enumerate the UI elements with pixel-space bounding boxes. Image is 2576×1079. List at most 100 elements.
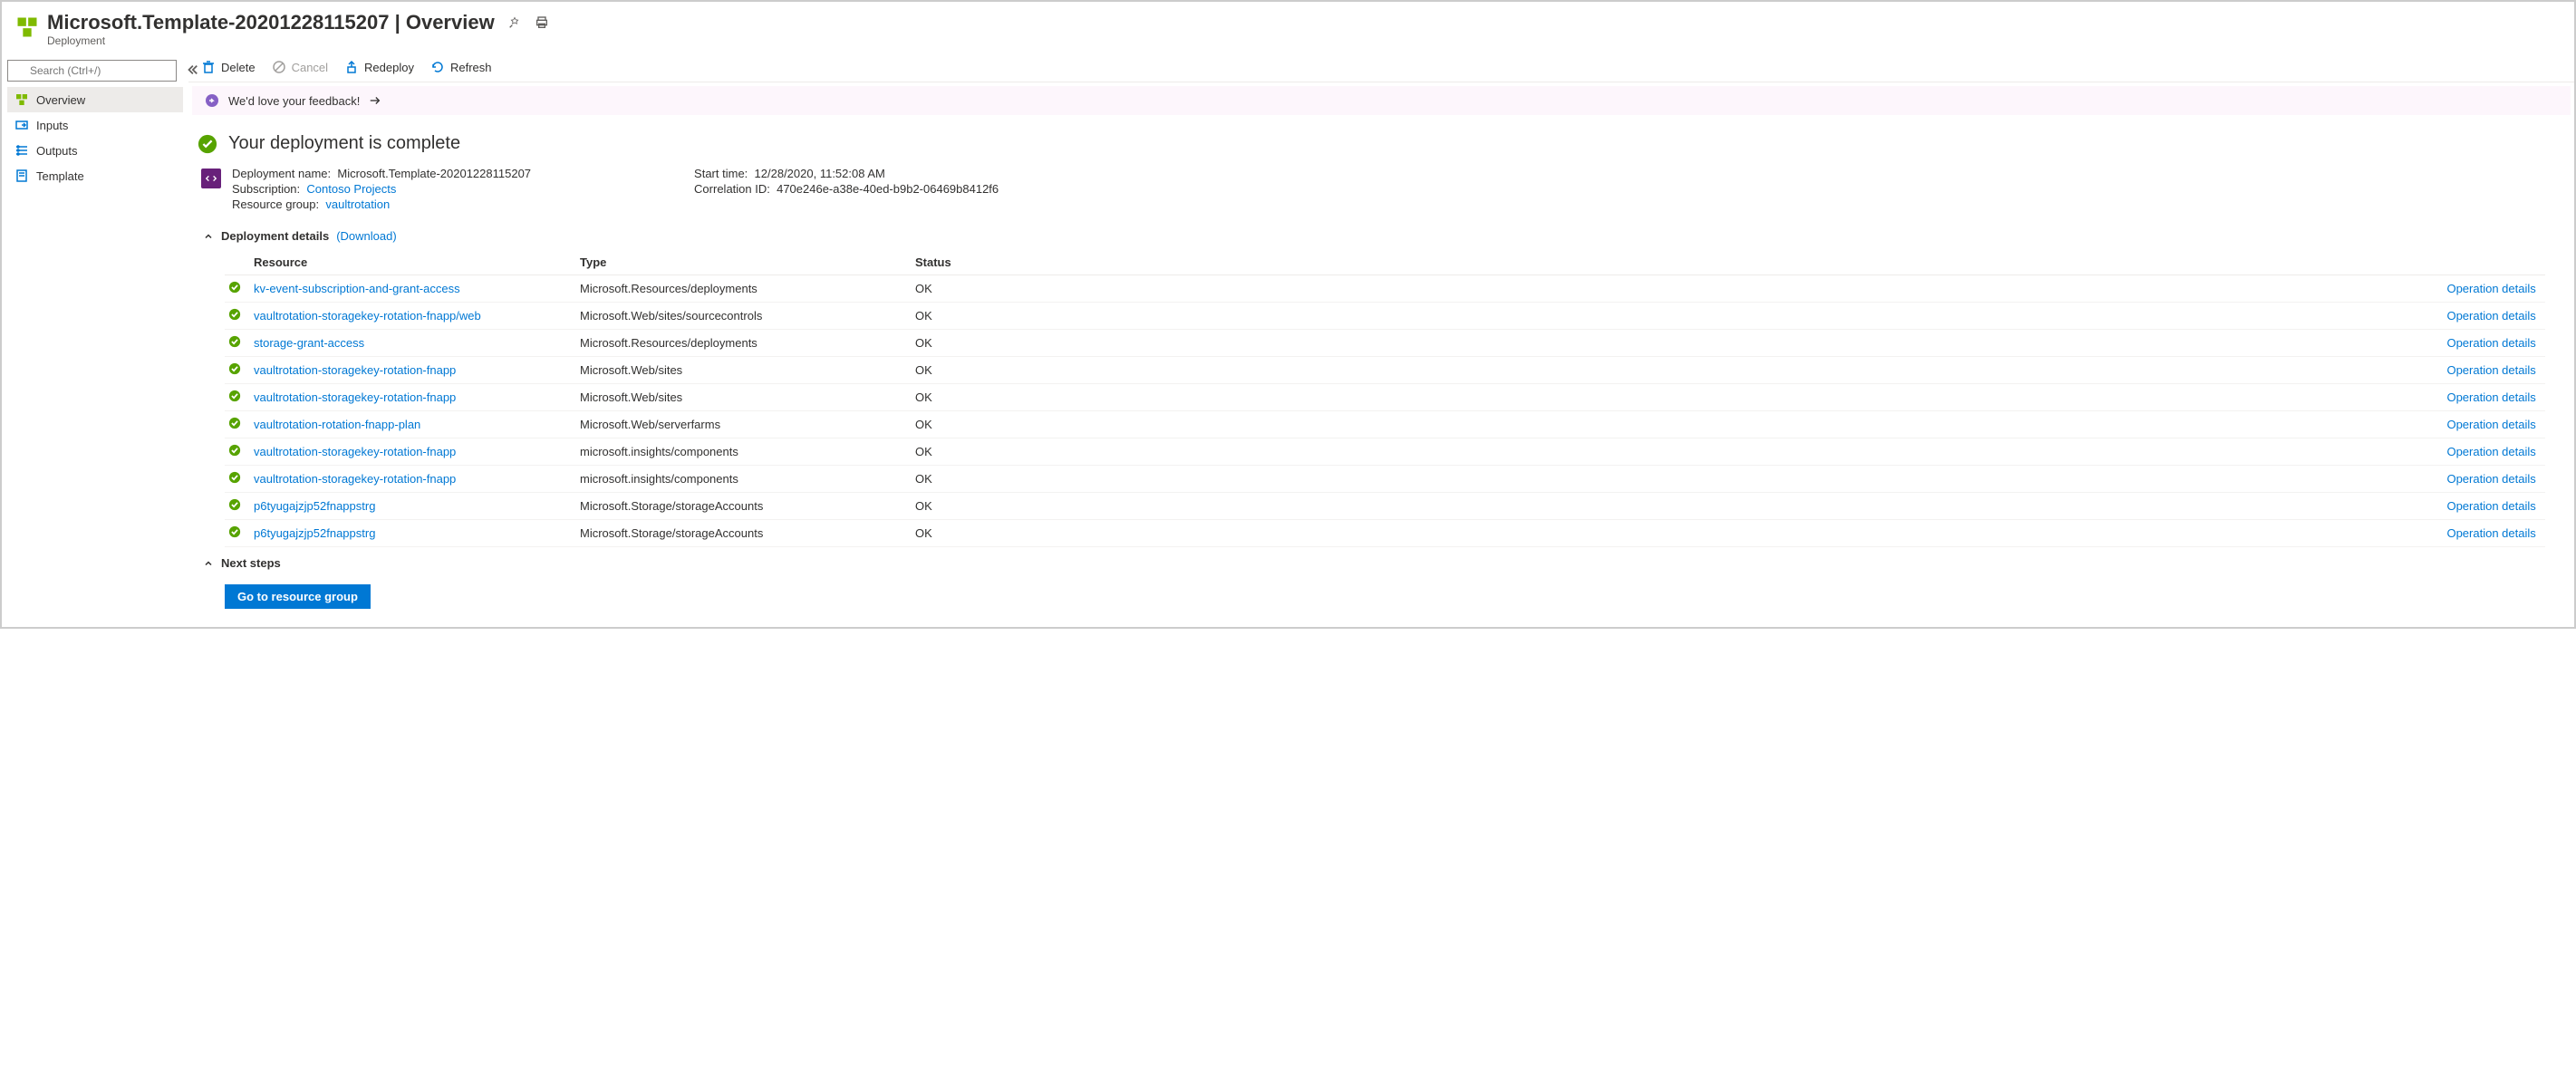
operation-details-link[interactable]: Operation details: [1250, 309, 2542, 323]
operation-details-link[interactable]: Operation details: [1250, 336, 2542, 350]
operation-details-link[interactable]: Operation details: [1250, 363, 2542, 377]
operation-details-link[interactable]: Operation details: [1250, 472, 2542, 486]
overview-icon: [14, 92, 29, 107]
resource-type: microsoft.insights/components: [580, 445, 915, 458]
subscription-link[interactable]: Contoso Projects: [306, 182, 396, 196]
resource-link[interactable]: storage-grant-access: [254, 336, 580, 350]
table-row: vaultrotation-storagekey-rotation-fnapp …: [225, 466, 2545, 493]
cancel-icon: [272, 60, 286, 74]
redeploy-button[interactable]: Redeploy: [344, 60, 414, 74]
table-row: kv-event-subscription-and-grant-access M…: [225, 275, 2545, 303]
resource-status: OK: [915, 472, 1250, 486]
feedback-text: We'd love your feedback!: [228, 94, 360, 108]
refresh-button[interactable]: Refresh: [430, 60, 492, 74]
resource-link[interactable]: p6tyugajzjp52fnappstrg: [254, 526, 580, 540]
deployment-icon: [14, 14, 40, 40]
resource-link[interactable]: vaultrotation-storagekey-rotation-fnapp: [254, 445, 580, 458]
resource-type: Microsoft.Resources/deployments: [580, 282, 915, 295]
start-time: 12/28/2020, 11:52:08 AM: [755, 167, 885, 180]
table-row: vaultrotation-storagekey-rotation-fnapp …: [225, 438, 2545, 466]
resource-link[interactable]: vaultrotation-storagekey-rotation-fnapp: [254, 363, 580, 377]
operation-details-link[interactable]: Operation details: [1250, 526, 2542, 540]
chevron-up-icon: [203, 558, 214, 569]
resource-link[interactable]: vaultrotation-storagekey-rotation-fnapp: [254, 472, 580, 486]
sidebar: Overview Inputs Outputs Template: [2, 53, 188, 627]
resource-type: microsoft.insights/components: [580, 472, 915, 486]
refresh-icon: [430, 60, 445, 74]
resource-link[interactable]: vaultrotation-rotation-fnapp-plan: [254, 418, 580, 431]
resource-status: OK: [915, 390, 1250, 404]
cancel-button: Cancel: [272, 60, 328, 74]
resource-status: OK: [915, 363, 1250, 377]
next-steps-header[interactable]: Next steps: [203, 556, 2565, 570]
outputs-icon: [14, 143, 29, 158]
operation-details-link[interactable]: Operation details: [1250, 418, 2542, 431]
table-row: vaultrotation-storagekey-rotation-fnapp …: [225, 384, 2545, 411]
success-check-icon: [228, 281, 241, 294]
resource-link[interactable]: vaultrotation-storagekey-rotation-fnapp/…: [254, 309, 580, 323]
resource-type: Microsoft.Web/sites: [580, 390, 915, 404]
success-check-icon: [228, 471, 241, 484]
delete-icon: [201, 60, 216, 74]
resource-type: Microsoft.Web/sites: [580, 363, 915, 377]
arm-template-icon: [201, 169, 221, 188]
resource-link[interactable]: kv-event-subscription-and-grant-access: [254, 282, 580, 295]
sidebar-item-inputs[interactable]: Inputs: [7, 112, 183, 138]
page-header: Microsoft.Template-20201228115207 | Over…: [2, 2, 2574, 53]
resource-type: Microsoft.Resources/deployments: [580, 336, 915, 350]
table-row: vaultrotation-rotation-fnapp-plan Micros…: [225, 411, 2545, 438]
sidebar-item-label: Inputs: [36, 119, 68, 132]
status-title: Your deployment is complete: [228, 133, 460, 154]
success-check-icon: [198, 134, 217, 154]
table-row: vaultrotation-storagekey-rotation-fnapp/…: [225, 303, 2545, 330]
pin-icon[interactable]: [507, 15, 522, 30]
success-check-icon: [228, 525, 241, 538]
success-check-icon: [228, 362, 241, 375]
deployment-meta: Deployment name: Microsoft.Template-2020…: [198, 167, 2565, 213]
operation-details-link[interactable]: Operation details: [1250, 499, 2542, 513]
resource-group-link[interactable]: vaultrotation: [325, 197, 390, 211]
page-title: Microsoft.Template-20201228115207 | Over…: [47, 11, 495, 34]
operation-details-link[interactable]: Operation details: [1250, 282, 2542, 295]
table-row: p6tyugajzjp52fnappstrg Microsoft.Storage…: [225, 493, 2545, 520]
sidebar-item-outputs[interactable]: Outputs: [7, 138, 183, 163]
success-check-icon: [228, 444, 241, 457]
deployment-name: Microsoft.Template-20201228115207: [337, 167, 531, 180]
arrow-right-icon: [369, 94, 381, 107]
resource-status: OK: [915, 309, 1250, 323]
operation-details-link[interactable]: Operation details: [1250, 445, 2542, 458]
resource-type: Microsoft.Storage/storageAccounts: [580, 526, 915, 540]
success-check-icon: [228, 390, 241, 402]
deployment-table: Resource Type Status kv-event-subscripti…: [225, 250, 2545, 547]
delete-button[interactable]: Delete: [201, 60, 256, 74]
resource-status: OK: [915, 282, 1250, 295]
sidebar-item-template[interactable]: Template: [7, 163, 183, 188]
resource-type: Microsoft.Web/sites/sourcecontrols: [580, 309, 915, 323]
print-icon[interactable]: [535, 15, 549, 30]
deployment-details-header[interactable]: Deployment details (Download): [203, 229, 2565, 243]
inputs-icon: [14, 118, 29, 132]
resource-status: OK: [915, 445, 1250, 458]
sidebar-item-label: Overview: [36, 93, 85, 107]
feedback-icon: [205, 93, 219, 108]
download-link[interactable]: (Download): [336, 229, 396, 243]
resource-type: Microsoft.Web/serverfarms: [580, 418, 915, 431]
search-input[interactable]: [7, 60, 177, 82]
sidebar-item-overview[interactable]: Overview: [7, 87, 183, 112]
chevron-up-icon: [203, 231, 214, 242]
resource-link[interactable]: p6tyugajzjp52fnappstrg: [254, 499, 580, 513]
content-area: Delete Cancel Redeploy Refresh We'd love…: [188, 53, 2574, 627]
resource-status: OK: [915, 418, 1250, 431]
resource-link[interactable]: vaultrotation-storagekey-rotation-fnapp: [254, 390, 580, 404]
feedback-bar[interactable]: We'd love your feedback!: [192, 86, 2571, 115]
template-icon: [14, 169, 29, 183]
toolbar: Delete Cancel Redeploy Refresh: [188, 53, 2574, 82]
success-check-icon: [228, 308, 241, 321]
redeploy-icon: [344, 60, 359, 74]
go-to-resource-group-button[interactable]: Go to resource group: [225, 584, 371, 609]
sidebar-item-label: Template: [36, 169, 84, 183]
correlation-id: 470e246e-a38e-40ed-b9b2-06469b8412f6: [777, 182, 999, 196]
operation-details-link[interactable]: Operation details: [1250, 390, 2542, 404]
resource-status: OK: [915, 499, 1250, 513]
resource-type: Microsoft.Storage/storageAccounts: [580, 499, 915, 513]
